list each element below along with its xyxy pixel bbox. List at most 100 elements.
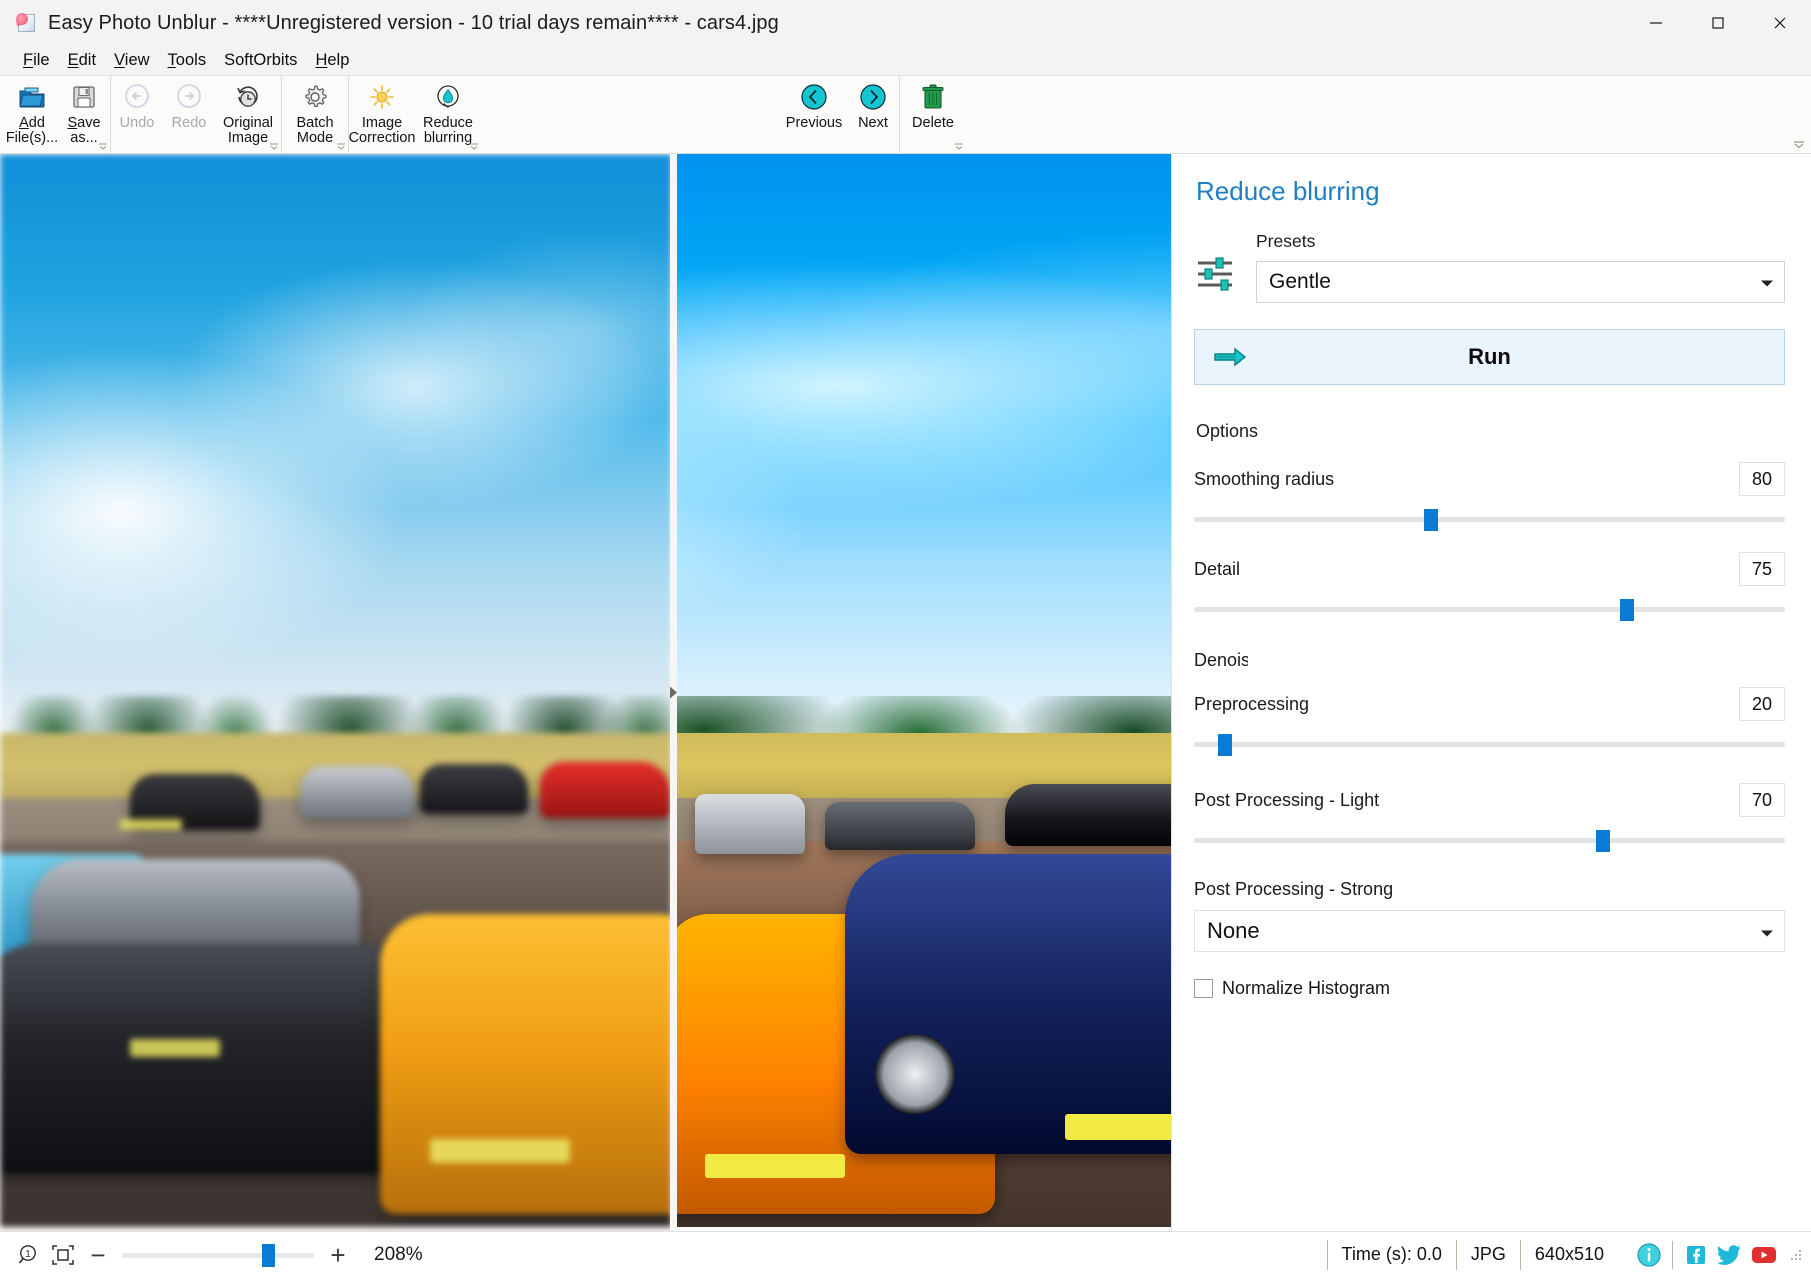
original-photo (0, 154, 670, 1227)
undo-button[interactable]: Undo (111, 76, 163, 154)
post-processing-light-label: Post Processing - Light (1194, 790, 1739, 811)
info-circle-icon[interactable] (1632, 1242, 1666, 1268)
post-processing-light-value[interactable]: 70 (1739, 783, 1785, 817)
detail-label: Detail (1194, 559, 1739, 580)
resize-grip-icon[interactable] (1787, 1247, 1803, 1263)
slider-track (1194, 607, 1785, 612)
post-processing-light-option: Post Processing - Light 70 (1194, 783, 1785, 853)
chevron-down-icon[interactable] (98, 141, 108, 151)
normalize-histogram-row[interactable]: Normalize Histogram (1194, 978, 1785, 999)
unblurred-result-preview[interactable] (677, 154, 1171, 1231)
smoothing-radius-label: Smoothing radius (1194, 469, 1739, 490)
main-toolbar: AddFile(s)... Saveas... (0, 76, 1811, 154)
toolbar-group-batch: BatchMode (281, 76, 348, 154)
sun-icon (368, 82, 396, 112)
previous-label: Previous (786, 116, 842, 131)
denoise-heading: Denoise (1194, 650, 1248, 671)
undo-label: Undo (120, 116, 155, 131)
normalize-histogram-label: Normalize Histogram (1222, 978, 1390, 999)
slider-thumb[interactable] (1596, 830, 1610, 852)
detail-value[interactable]: 75 (1739, 552, 1785, 586)
smoothing-radius-slider[interactable] (1194, 506, 1785, 532)
blurred-original-preview[interactable] (0, 154, 670, 1231)
zoom-in-button[interactable]: + (320, 1242, 356, 1268)
application-window: Easy Photo Unblur - ****Unregistered ver… (0, 0, 1811, 1277)
menu-help[interactable]: Help (306, 49, 358, 72)
close-button[interactable] (1749, 0, 1811, 46)
floppy-disk-icon (71, 82, 97, 112)
app-icon (16, 12, 38, 34)
redo-label: Redo (172, 116, 207, 131)
add-files-label: AddFile(s)... (6, 116, 58, 146)
chevron-down-icon[interactable] (469, 141, 479, 151)
maximize-button[interactable] (1687, 0, 1749, 46)
reduce-blurring-panel: Reduce blurring Presets (1171, 154, 1811, 1231)
status-bar-icons (1618, 1241, 1781, 1269)
status-bar: 1 − + 208% Time (s): 0.0 JPG 640x510 (0, 1231, 1811, 1277)
slider-thumb[interactable] (1620, 599, 1634, 621)
processing-time-label: Time (s): 0.0 (1327, 1240, 1456, 1270)
post-processing-strong-value: None (1207, 918, 1260, 944)
zoom-out-button[interactable]: − (80, 1242, 116, 1268)
presets-value: Gentle (1269, 270, 1331, 294)
add-files-button[interactable]: AddFile(s)... (6, 76, 58, 154)
smoothing-radius-value[interactable]: 80 (1739, 462, 1785, 496)
splitter-grip-icon[interactable] (670, 687, 677, 699)
run-button[interactable]: Run (1194, 329, 1785, 385)
detail-option: Detail 75 (1194, 552, 1785, 622)
facebook-icon[interactable] (1679, 1243, 1713, 1267)
image-correction-label: ImageCorrection (349, 116, 416, 146)
menu-view[interactable]: View (105, 49, 158, 72)
next-button[interactable]: Next (847, 76, 899, 154)
slider-track (1194, 838, 1785, 843)
save-as-label: Saveas... (67, 116, 100, 146)
menu-file[interactable]: File (14, 49, 59, 72)
menu-softorbits[interactable]: SoftOrbits (215, 49, 306, 72)
status-bar-right: Time (s): 0.0 JPG 640x510 (1327, 1232, 1805, 1277)
menu-tools[interactable]: Tools (159, 49, 216, 72)
result-photo (677, 154, 1171, 1227)
status-divider (1672, 1241, 1673, 1269)
window-title: Easy Photo Unblur - ****Unregistered ver… (48, 12, 779, 35)
chevron-down-icon[interactable] (954, 141, 964, 151)
image-correction-button[interactable]: ImageCorrection (349, 76, 415, 154)
panel-title: Reduce blurring (1196, 176, 1785, 207)
title-bar: Easy Photo Unblur - ****Unregistered ver… (0, 0, 1811, 46)
chevron-down-icon[interactable] (269, 141, 279, 151)
slider-thumb[interactable] (1424, 509, 1438, 531)
toolbar-group-effects: ImageCorrection Reduceblurring (348, 76, 481, 154)
sliders-icon (1194, 256, 1250, 303)
youtube-icon[interactable] (1747, 1244, 1781, 1266)
previous-button[interactable]: Previous (781, 76, 847, 154)
twitter-bird-icon[interactable] (1713, 1243, 1747, 1267)
post-processing-strong-option: Post Processing - Strong None (1194, 879, 1785, 952)
preprocessing-value[interactable]: 20 (1739, 687, 1785, 721)
chevron-down-icon (1760, 270, 1774, 294)
image-viewer[interactable] (0, 154, 1171, 1231)
normalize-histogram-checkbox[interactable] (1194, 979, 1213, 998)
run-label: Run (1195, 344, 1784, 370)
slider-track (1194, 517, 1785, 522)
before-after-splitter[interactable] (670, 154, 677, 1231)
redo-button[interactable]: Redo (163, 76, 215, 154)
post-processing-light-slider[interactable] (1194, 827, 1785, 853)
file-format-label: JPG (1456, 1240, 1520, 1270)
window-controls (1625, 0, 1811, 46)
zoom-slider-track (122, 1253, 314, 1258)
post-processing-strong-select[interactable]: None (1194, 910, 1785, 952)
detail-slider[interactable] (1194, 596, 1785, 622)
fit-to-screen-icon[interactable] (46, 1244, 80, 1266)
menu-edit[interactable]: Edit (59, 49, 105, 72)
toolbar-group-navigation: Previous Next (781, 76, 899, 154)
toolbar-overflow-chevron-down-icon[interactable] (1793, 139, 1805, 149)
svg-text:1: 1 (25, 1249, 31, 1260)
preprocessing-slider[interactable] (1194, 731, 1785, 757)
zoom-slider-thumb[interactable] (262, 1244, 275, 1267)
chevron-down-icon[interactable] (336, 141, 346, 151)
gear-icon (301, 82, 329, 112)
zoom-slider[interactable] (122, 1242, 314, 1268)
slider-thumb[interactable] (1218, 734, 1232, 756)
minimize-button[interactable] (1625, 0, 1687, 46)
magnifier-one-icon[interactable]: 1 (12, 1243, 46, 1267)
presets-select[interactable]: Gentle (1256, 261, 1785, 303)
